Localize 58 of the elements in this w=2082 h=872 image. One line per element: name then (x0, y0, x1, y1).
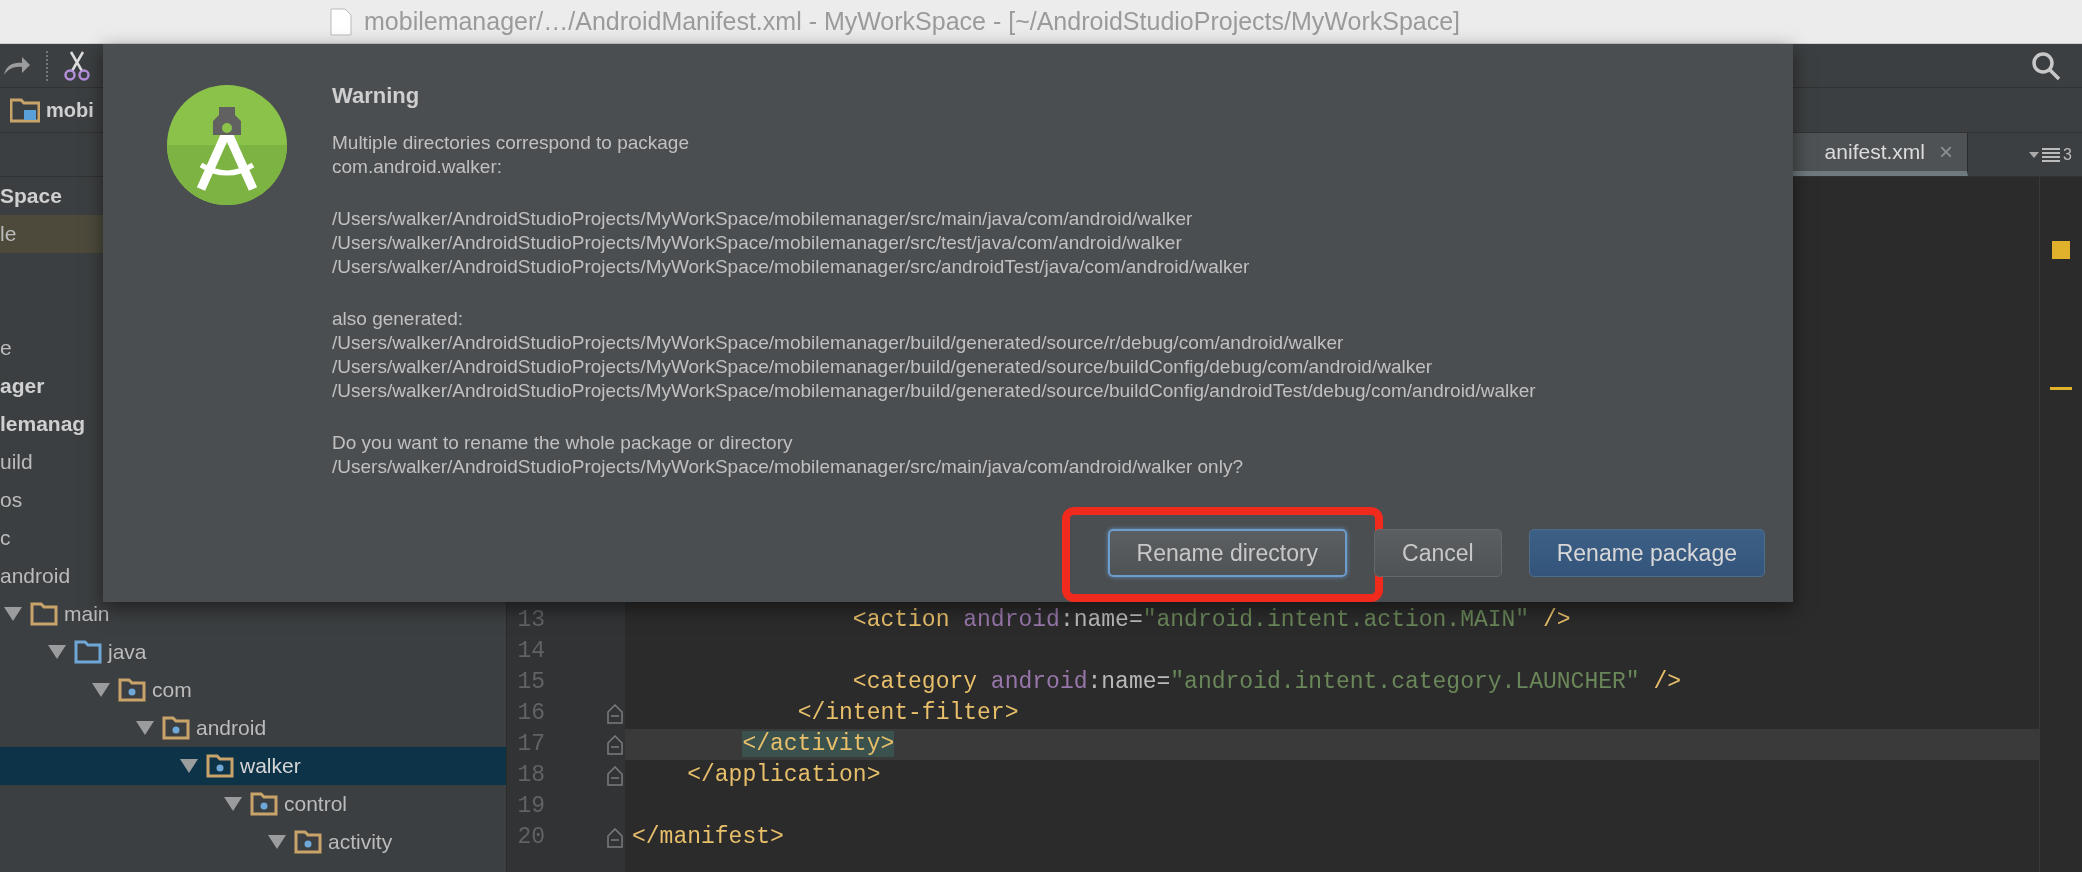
file-icon (330, 7, 352, 36)
tree-row[interactable]: control (0, 785, 506, 823)
fold-marker-icon[interactable] (607, 734, 623, 755)
code-line: </application> (687, 761, 881, 790)
editor-tab[interactable]: anifest.xml × (1793, 133, 1968, 176)
tree-row[interactable]: walker (0, 747, 506, 785)
expanded-arrow-icon[interactable] (48, 645, 66, 659)
package-folder-icon (162, 716, 190, 740)
package-folder-icon (294, 830, 322, 854)
tree-item[interactable]: os (0, 488, 23, 512)
tree-row[interactable]: android (0, 709, 506, 747)
breadcrumb-item[interactable]: mobi (46, 98, 94, 122)
code-line: <action android:name="android.intent.action.MAIN" /> (852, 606, 1571, 635)
module-folder-icon (10, 97, 40, 123)
tree-item[interactable]: android (0, 564, 71, 588)
package-folder-icon (250, 792, 278, 816)
project-title: Space (0, 184, 62, 208)
tree-row[interactable]: com (0, 671, 506, 709)
expanded-arrow-icon[interactable] (268, 835, 286, 849)
package-folder-icon (118, 678, 146, 702)
tree-row[interactable]: main (0, 595, 506, 633)
tree-row[interactable]: activity (0, 823, 506, 861)
fold-marker-icon[interactable] (607, 765, 623, 786)
message-text: Do you want to rename the whole package or directory /Users/walker/AndroidStudioProjects/MyWorkSpace/mobilemanager/src/main/java/com/android/walker only? (332, 431, 1244, 479)
cut-icon[interactable] (62, 49, 92, 82)
expanded-arrow-icon[interactable] (136, 721, 154, 735)
package-folder-icon (206, 754, 234, 778)
tree-item[interactable]: c (0, 526, 11, 550)
message-text: Multiple directories correspond to package com.android.walker: (332, 131, 690, 179)
dialog-title: Warning (332, 84, 421, 108)
folder-icon (30, 602, 58, 626)
tree-item[interactable]: e (0, 336, 12, 360)
tree-item[interactable]: ager (0, 374, 45, 398)
warning-marker-icon[interactable] (2052, 241, 2070, 259)
caret-icon (2029, 150, 2040, 159)
search-icon[interactable] (2030, 49, 2062, 82)
folder-icon (74, 640, 102, 664)
expanded-arrow-icon[interactable] (92, 683, 110, 697)
expanded-arrow-icon[interactable] (4, 607, 22, 621)
tree-row[interactable]: java (0, 633, 506, 671)
window-title: mobilemanager/…/AndroidManifest.xml - MyWorkSpace - [~/AndroidStudioProjects/MyWorkSpace] (364, 7, 1461, 36)
tree-item[interactable]: uild (0, 450, 33, 474)
dialog-button[interactable]: Cancel (1374, 529, 1502, 577)
code-line: <category android:name="android.intent.category.LAUNCHER" /> (852, 668, 1681, 697)
message-text: /Users/walker/AndroidStudioProjects/MyWorkSpace/mobilemanager/src/main/java/com/android/walker /Users/walker/AndroidStudioProjects/MyWorkSpace/mobilemanager/src/test/java/com/android/walker /Users/walker/AndroidStudioProjects/MyWorkSpace/mobilemanager/src/androidTest/java/com/android/walker (332, 207, 1251, 279)
fold-marker-icon[interactable] (607, 703, 623, 724)
dialog-button[interactable]: Rename directory (1107, 529, 1348, 577)
app-logo-icon (167, 85, 287, 205)
expanded-arrow-icon[interactable] (180, 759, 198, 773)
dialog-button[interactable]: Rename package (1528, 529, 1765, 577)
code-line: </intent-filter> (797, 699, 1019, 728)
fold-marker-icon[interactable] (607, 827, 623, 848)
message-text: also generated: /Users/walker/AndroidStudioProjects/MyWorkSpace/mobilemanager/build/generated/source/r/debug/com/android/walker /Users/walker/AndroidStudioProjects/MyWorkSpace/mobilemanager/build/generated/source/buildConfig/debug/com/android/walker /Users/walker/AndroidStudioProjects/MyWorkSpace/mobilemanager/build/generated/source/buildConfig/androidTest/debug/com/android/walker (332, 307, 1536, 403)
tree-item[interactable]: lemanag (0, 412, 86, 436)
expanded-arrow-icon[interactable] (224, 797, 242, 811)
list-icon (2042, 146, 2061, 163)
code-line: </manifest> (632, 823, 784, 852)
tab-overflow-button[interactable]: 3 (1968, 133, 2082, 176)
